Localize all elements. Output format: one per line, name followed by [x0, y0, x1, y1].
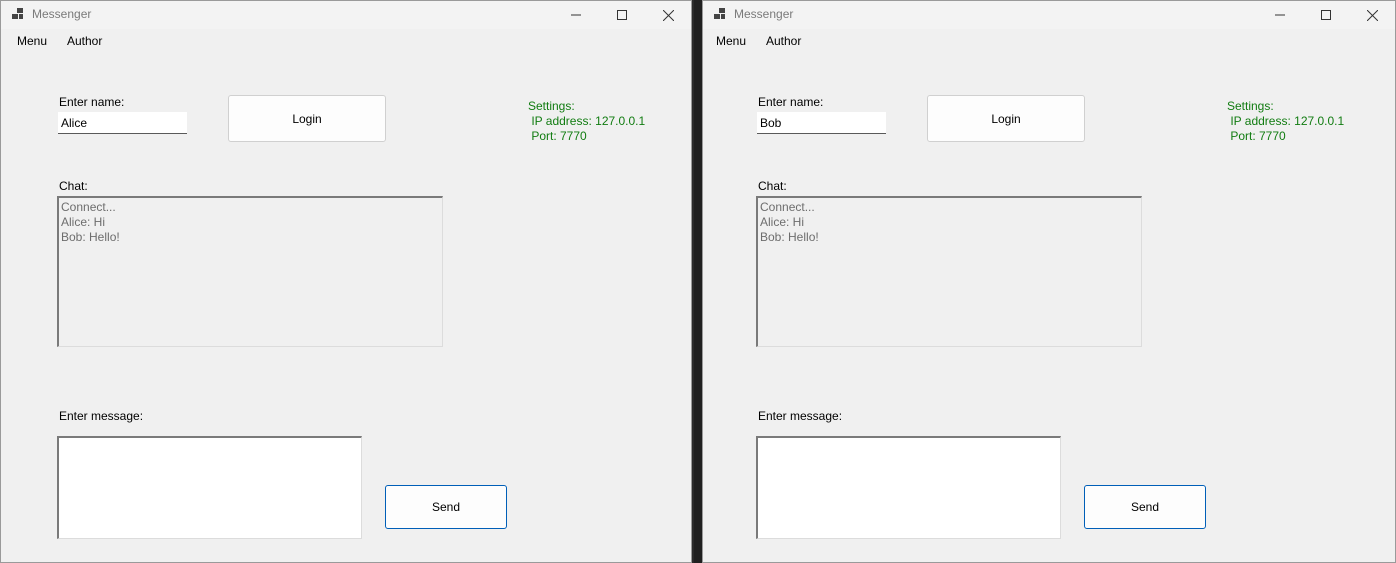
settings-info: Settings: IP address: 127.0.0.1 Port: 77… — [528, 99, 645, 144]
name-input[interactable] — [757, 112, 886, 134]
message-input[interactable] — [57, 436, 362, 539]
name-input[interactable] — [58, 112, 187, 134]
chat-label: Chat: — [758, 179, 787, 193]
settings-port: Port: 7770 — [528, 129, 587, 143]
chat-line: Alice: Hi — [760, 215, 805, 229]
menu-bar: Menu Author — [1, 30, 691, 52]
close-icon — [1366, 9, 1378, 21]
login-button[interactable]: Login — [228, 95, 386, 142]
chat-line: Bob: Hello! — [61, 230, 120, 244]
chat-label: Chat: — [59, 179, 88, 193]
close-icon — [662, 9, 674, 21]
menu-bar: Menu Author — [703, 30, 1395, 52]
maximize-icon — [1321, 10, 1331, 20]
settings-heading: Settings: — [1227, 99, 1274, 113]
title-bar[interactable]: Messenger — [703, 1, 1395, 29]
settings-ip: IP address: 127.0.0.1 — [528, 114, 646, 128]
messenger-window-alice: Messenger Menu Author Enter name: Login … — [0, 0, 692, 563]
menu-item-author[interactable]: Author — [766, 34, 801, 48]
settings-info: Settings: IP address: 127.0.0.1 Port: 77… — [1227, 99, 1344, 144]
close-button[interactable] — [645, 1, 691, 29]
message-label: Enter message: — [758, 409, 843, 423]
login-button[interactable]: Login — [927, 95, 1085, 142]
settings-ip: IP address: 127.0.0.1 — [1227, 114, 1345, 128]
menu-item-author[interactable]: Author — [67, 34, 102, 48]
window-title: Messenger — [734, 7, 794, 21]
app-window-icon — [714, 8, 725, 19]
chat-line: Connect... — [760, 200, 815, 214]
settings-heading: Settings: — [528, 99, 575, 113]
send-button[interactable]: Send — [1084, 485, 1206, 529]
chat-line: Alice: Hi — [61, 215, 106, 229]
chat-history[interactable]: Connect... Alice: Hi Bob: Hello! — [57, 196, 443, 347]
app-window-icon — [12, 8, 23, 19]
minimize-button[interactable] — [1257, 1, 1303, 29]
window-title: Messenger — [32, 7, 92, 21]
send-button[interactable]: Send — [385, 485, 507, 529]
chat-line: Connect... — [61, 200, 116, 214]
desktop-gap — [694, 0, 702, 563]
minimize-icon — [1275, 14, 1285, 16]
messenger-window-bob: Messenger Menu Author Enter name: Login … — [702, 0, 1396, 563]
settings-port: Port: 7770 — [1227, 129, 1286, 143]
close-button[interactable] — [1349, 1, 1395, 29]
chat-history[interactable]: Connect... Alice: Hi Bob: Hello! — [756, 196, 1142, 347]
chat-line: Bob: Hello! — [760, 230, 819, 244]
message-input[interactable] — [756, 436, 1061, 539]
name-label: Enter name: — [758, 95, 824, 109]
name-label: Enter name: — [59, 95, 125, 109]
maximize-button[interactable] — [1303, 1, 1349, 29]
minimize-icon — [571, 14, 581, 16]
maximize-button[interactable] — [599, 1, 645, 29]
minimize-button[interactable] — [553, 1, 599, 29]
title-bar[interactable]: Messenger — [1, 1, 691, 29]
maximize-icon — [617, 10, 627, 20]
menu-item-menu[interactable]: Menu — [716, 34, 746, 48]
message-label: Enter message: — [59, 409, 144, 423]
menu-item-menu[interactable]: Menu — [17, 34, 47, 48]
